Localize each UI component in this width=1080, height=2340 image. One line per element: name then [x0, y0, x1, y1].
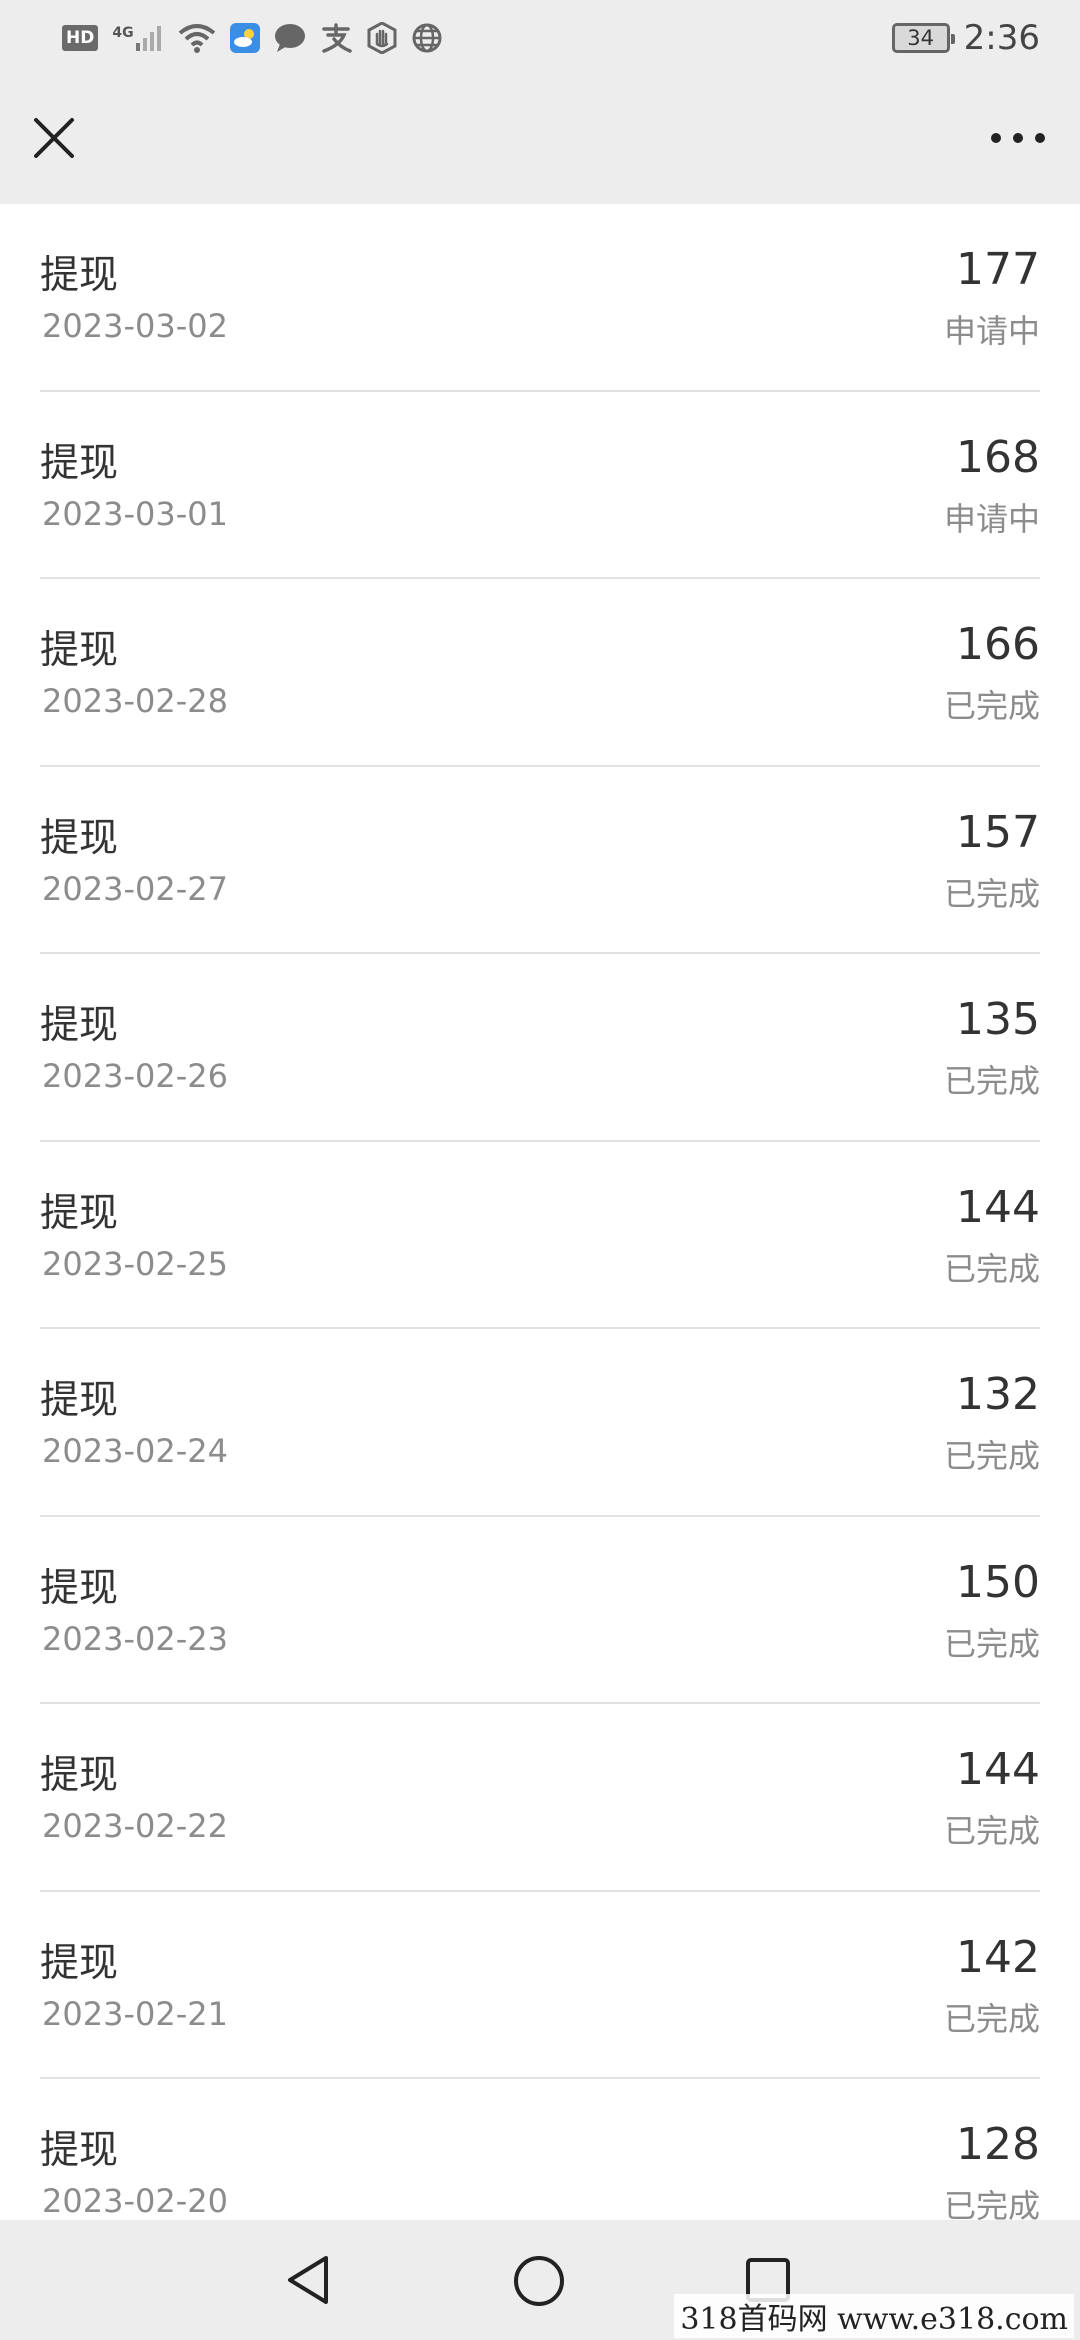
record-amount: 157: [956, 806, 1040, 858]
list-item[interactable]: 提现 2023-02-28 166 已完成: [40, 579, 1040, 767]
alipay-icon: [321, 23, 352, 53]
chat-bubble-icon: [274, 24, 305, 52]
record-date: 2023-02-23: [42, 1619, 228, 1658]
record-amount: 144: [956, 1744, 1040, 1795]
cellular-signal-icon: 4G: [112, 25, 163, 51]
record-amount: 144: [956, 1181, 1040, 1233]
close-icon: [34, 118, 74, 158]
status-icons-right: 34 2:36: [891, 18, 1040, 58]
record-status: 已完成: [943, 1437, 1040, 1475]
list-item[interactable]: 提现 2023-03-01 168 申请中: [40, 392, 1040, 579]
record-status: 已完成: [943, 1812, 1040, 1850]
list-item[interactable]: 提现 2023-02-20 128 已完成: [40, 2079, 1040, 2220]
record-status: 申请中: [943, 312, 1040, 350]
list-item[interactable]: 提现 2023-02-25 144 已完成: [40, 1142, 1040, 1329]
record-title: 提现: [40, 1940, 119, 1986]
record-title: 提现: [40, 2128, 119, 2173]
list-item[interactable]: 提现 2023-02-23 150 已完成: [40, 1517, 1040, 1704]
record-title: 提现: [40, 1003, 119, 1048]
record-date: 2023-03-01: [42, 494, 228, 533]
battery-level: 34: [907, 26, 934, 50]
record-date: 2023-02-20: [42, 2182, 228, 2220]
record-title: 提现: [40, 628, 119, 673]
record-amount: 135: [956, 994, 1040, 1045]
record-title: 提现: [40, 253, 119, 298]
hd-icon: HD: [62, 25, 99, 51]
hand-icon: [367, 22, 397, 54]
record-amount: 168: [956, 431, 1040, 483]
record-status: 已完成: [943, 1624, 1040, 1663]
weather-app-icon: [229, 23, 260, 53]
status-icons-left: HD 4G: [62, 22, 442, 54]
back-icon[interactable]: [284, 2254, 332, 2306]
more-icon: [991, 133, 1045, 143]
record-amount: 166: [956, 619, 1040, 670]
record-date: 2023-02-22: [42, 1807, 228, 1845]
record-amount: 142: [956, 1931, 1040, 1983]
record-date: 2023-03-02: [42, 307, 228, 345]
record-amount: 177: [956, 244, 1040, 295]
record-amount: 132: [956, 1369, 1040, 1420]
list-item[interactable]: 提现 2023-02-27 157 已完成: [40, 767, 1040, 954]
list-item[interactable]: 提现 2023-02-26 135 已完成: [40, 954, 1040, 1142]
record-status: 已完成: [943, 1249, 1040, 1288]
record-date: 2023-02-25: [42, 1244, 228, 1283]
record-date: 2023-02-28: [42, 682, 228, 720]
record-title: 提现: [40, 1190, 119, 1236]
home-icon[interactable]: [512, 2254, 566, 2308]
record-status: 申请中: [943, 499, 1040, 538]
list-item[interactable]: 提现 2023-02-24 132 已完成: [40, 1329, 1040, 1517]
record-title: 提现: [40, 1378, 119, 1423]
record-title: 提现: [40, 440, 119, 486]
record-amount: 128: [956, 2119, 1040, 2170]
wifi-icon: [178, 24, 215, 53]
battery-icon: 34: [891, 23, 955, 53]
withdrawal-record-list: 提现 2023-03-02 177 申请中 提现 2023-03-01 168 …: [0, 204, 1080, 2220]
globe-icon: [412, 23, 442, 53]
record-date: 2023-02-26: [42, 1057, 228, 1095]
record-title: 提现: [40, 1565, 119, 1611]
close-button[interactable]: [26, 110, 82, 166]
record-status: 已完成: [943, 1062, 1040, 1100]
system-navigation-bar: 318首码网 www.e318.com: [0, 2220, 1080, 2340]
record-amount: 150: [956, 1556, 1040, 1608]
record-status: 已完成: [943, 874, 1040, 913]
record-title: 提现: [40, 1753, 119, 1798]
network-type-label: 4G: [112, 25, 134, 41]
list-item[interactable]: 提现 2023-03-02 177 申请中: [40, 204, 1040, 392]
record-date: 2023-02-24: [42, 1432, 228, 1470]
record-date: 2023-02-21: [42, 1994, 228, 2033]
record-status: 已完成: [943, 2187, 1040, 2220]
record-status: 已完成: [943, 1999, 1040, 2038]
record-date: 2023-02-27: [42, 869, 228, 908]
record-title: 提现: [40, 815, 119, 861]
status-time: 2:36: [963, 18, 1040, 58]
watermark: 318首码网 www.e318.com: [674, 2294, 1074, 2338]
list-item[interactable]: 提现 2023-02-22 144 已完成: [40, 1704, 1040, 1892]
status-bar: HD 4G 34 2:36: [0, 0, 1080, 76]
record-status: 已完成: [943, 687, 1040, 725]
more-button[interactable]: [986, 116, 1050, 160]
top-navbar: [0, 76, 1080, 204]
list-item[interactable]: 提现 2023-02-21 142 已完成: [40, 1892, 1040, 2079]
